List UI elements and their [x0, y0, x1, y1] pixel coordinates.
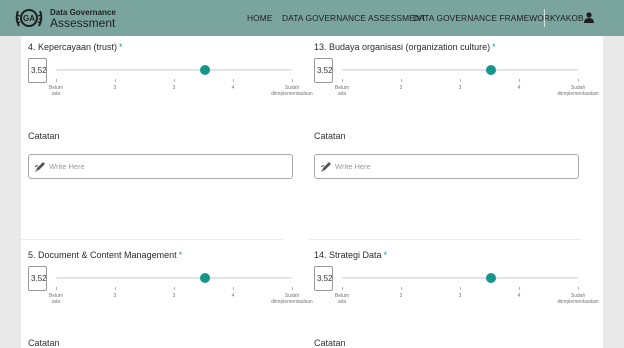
question-title: 5. Document & Content Management * — [28, 250, 183, 260]
slider-tick-label: Belum ada — [334, 293, 350, 305]
slider-tick-label: 2 — [113, 85, 117, 91]
section-divider — [308, 239, 582, 240]
slider-tick — [174, 287, 175, 290]
notes-field[interactable]: Write Here — [314, 154, 579, 179]
slider-tick — [578, 79, 579, 82]
notes-label: Catatan — [314, 338, 346, 348]
slider-tick-label: Belum ada — [48, 85, 64, 97]
slider-tick — [233, 79, 234, 82]
slider-tick — [519, 287, 520, 290]
slider-tick — [174, 79, 175, 82]
notes-placeholder: Write Here — [335, 162, 371, 171]
slider-tick — [292, 79, 293, 82]
slider-tick — [292, 287, 293, 290]
slider-tick-label: 3 — [172, 293, 176, 299]
notes-label: Catatan — [28, 131, 60, 141]
slider-tick-label: Sudah diimplementasikan — [557, 85, 599, 97]
slider-tick — [401, 287, 402, 290]
section-divider — [21, 239, 284, 240]
nav-data-governance-assessment[interactable]: DATA GOVERNANCE ASSESSMENT — [282, 13, 426, 23]
top-navbar: GA Data Governance Assessment HOME DATA … — [0, 0, 624, 36]
score-slider-track[interactable] — [56, 69, 292, 71]
slider-tick-label: Belum ada — [48, 293, 64, 305]
slider-tick — [460, 287, 461, 290]
app-logo[interactable]: GA Data Governance Assessment — [14, 5, 116, 31]
slider-tick — [342, 79, 343, 82]
nav-data-governance-framework[interactable]: DATA GOVERNANCE FRAMEWORK — [413, 13, 556, 23]
slider-tick-label: Sudah diimplementasikan — [271, 85, 313, 97]
user-icon[interactable] — [584, 12, 594, 23]
slider-tick — [460, 79, 461, 82]
notes-placeholder: Write Here — [49, 162, 85, 171]
notes-label: Catatan — [314, 131, 346, 141]
score-value-box[interactable]: 3.52 — [28, 58, 47, 83]
pen-icon — [320, 162, 331, 172]
slider-tick-label: 2 — [399, 293, 403, 299]
score-slider-track[interactable] — [342, 277, 578, 279]
slider-tick-label: 3 — [172, 85, 176, 91]
slider-tick — [115, 79, 116, 82]
slider-tick — [56, 287, 57, 290]
question-title: 14. Strategi Data * — [314, 250, 388, 260]
notes-label: Catatan — [28, 338, 60, 348]
slider-tick-label: 4 — [231, 293, 235, 299]
slider-tick — [233, 287, 234, 290]
slider-tick-label: 2 — [113, 293, 117, 299]
slider-tick-label: 4 — [517, 85, 521, 91]
slider-tick — [115, 287, 116, 290]
laurel-emblem-icon: GA — [15, 9, 43, 27]
score-value-box[interactable]: 3.52 — [314, 266, 333, 291]
logo-subtitle: Assessment — [50, 16, 116, 30]
slider-tick-label: Sudah diimplementasikan — [557, 293, 599, 305]
page-scrollbar-track[interactable] — [603, 36, 624, 348]
slider-tick-label: 4 — [231, 85, 235, 91]
slider-tick — [519, 79, 520, 82]
nav-home[interactable]: HOME — [247, 13, 273, 23]
score-slider-thumb[interactable] — [485, 273, 496, 283]
question-title: 13. Budaya organisasi (organization cult… — [314, 42, 496, 52]
slider-tick-label: 2 — [399, 85, 403, 91]
notes-field[interactable]: Write Here — [28, 154, 293, 179]
pen-icon — [34, 162, 45, 172]
score-value-box[interactable]: 3.52 — [314, 58, 333, 83]
score-slider-track[interactable] — [56, 277, 292, 279]
nav-divider — [544, 9, 545, 27]
slider-tick — [56, 79, 57, 82]
slider-tick-label: Belum ada — [334, 85, 350, 97]
slider-tick — [578, 287, 579, 290]
svg-text:GA: GA — [23, 14, 35, 23]
question-title: 4. Kepercayaan (trust) * — [28, 42, 123, 52]
score-value-box[interactable]: 3.52 — [28, 266, 47, 291]
slider-tick-label: 3 — [458, 85, 462, 91]
slider-tick-label: 4 — [517, 293, 521, 299]
slider-tick-label: 3 — [458, 293, 462, 299]
slider-tick-label: Sudah diimplementasikan — [271, 293, 313, 305]
score-slider-thumb[interactable] — [199, 273, 210, 283]
score-slider-thumb[interactable] — [485, 65, 496, 75]
user-name[interactable]: YAKOB — [555, 13, 584, 23]
slider-tick — [342, 287, 343, 290]
slider-tick — [401, 79, 402, 82]
score-slider-track[interactable] — [342, 69, 578, 71]
score-slider-thumb[interactable] — [199, 65, 210, 75]
